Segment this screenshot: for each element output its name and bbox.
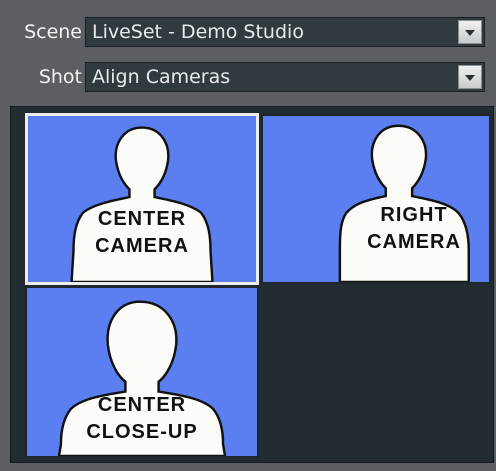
empty-camera-slot (261, 286, 491, 458)
camera-tile-caption-line2: CAMERA (95, 235, 189, 257)
scene-label: Scene (24, 21, 82, 43)
chevron-down-icon (465, 30, 475, 36)
camera-tile-caption-line1: CENTER (97, 394, 187, 416)
camera-tile-caption-line1: RIGHT (380, 204, 448, 226)
camera-grid: CENTER CAMERA RIGHT CAMERA CENTER CLOSE-… (10, 106, 494, 463)
scene-dropdown[interactable]: LiveSet - Demo Studio (85, 17, 485, 47)
shot-dropdown-button[interactable] (458, 65, 482, 89)
chevron-down-icon (465, 75, 475, 81)
shot-value: Align Cameras (92, 66, 231, 88)
shot-dropdown[interactable]: Align Cameras (85, 62, 485, 92)
camera-tile-caption-line1: CENTER (97, 208, 187, 230)
person-silhouette-icon (338, 124, 470, 282)
scene-value: LiveSet - Demo Studio (92, 21, 304, 43)
camera-tile-center-camera[interactable]: CENTER CAMERA (25, 113, 259, 285)
camera-tile-right-camera[interactable]: RIGHT CAMERA (261, 114, 491, 284)
camera-tile-caption-line2: CAMERA (367, 231, 461, 253)
camera-tile-center-close-up[interactable]: CENTER CLOSE-UP (25, 286, 259, 458)
scene-dropdown-button[interactable] (458, 20, 482, 44)
shot-label: Shot (38, 66, 82, 88)
camera-tile-caption-line2: CLOSE-UP (86, 421, 198, 443)
